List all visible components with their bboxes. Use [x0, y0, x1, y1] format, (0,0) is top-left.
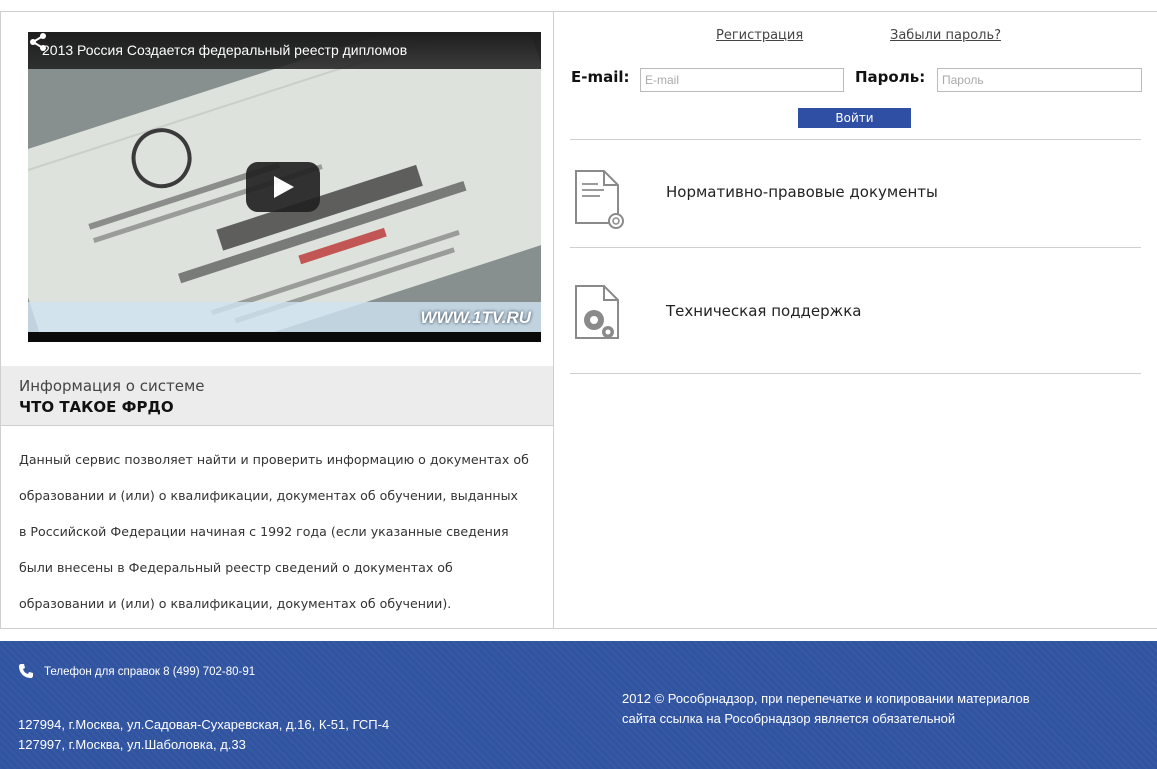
info-line: образовании и (или) о квалификации, доку…	[19, 488, 518, 503]
video-title[interactable]: 2013 Россия Создается федеральный реестр…	[28, 32, 541, 69]
footer: Телефон для справок 8 (499) 702-80-91 12…	[0, 641, 1157, 769]
info-header: Информация о системе ЧТО ТАКОЕ ФРДО	[1, 366, 553, 426]
menu-item-label: Техническая поддержка	[666, 302, 862, 320]
phone-icon	[19, 664, 33, 678]
support-gear-icon	[575, 285, 619, 339]
email-label: E-mail:	[571, 68, 630, 86]
divider	[570, 373, 1141, 374]
login-button[interactable]: Войти	[798, 108, 911, 128]
address-line: 127997, г.Москва, ул.Шаболовка, д.33	[18, 737, 246, 752]
copyright-line: 2012 © Рособрнадзор, при перепечатке и к…	[622, 691, 1030, 706]
play-button[interactable]	[246, 162, 320, 212]
footer-phone: Телефон для справок 8 (499) 702-80-91	[44, 666, 256, 678]
main-content: 2013 Россия Создается федеральный реестр…	[0, 11, 1157, 629]
forgot-password-link[interactable]: Забыли пароль?	[890, 28, 1001, 43]
video-player[interactable]: 2013 Россия Создается федеральный реестр…	[28, 32, 541, 342]
password-input[interactable]	[937, 68, 1142, 92]
document-icon	[575, 170, 624, 229]
info-line: в Российской Федерации начиная с 1992 го…	[19, 524, 509, 539]
register-link[interactable]: Регистрация	[716, 28, 803, 43]
info-line: образовании и (или) о квалификации, доку…	[19, 596, 452, 611]
info-line: Данный сервис позволяет найти и проверит…	[19, 452, 529, 467]
right-column: Регистрация Забыли пароль? E-mail: Парол…	[554, 12, 1157, 629]
menu-item-label: Нормативно-правовые документы	[666, 183, 938, 201]
menu-item-legal-documents[interactable]: Нормативно-правовые документы	[570, 167, 1141, 267]
left-column: 2013 Россия Создается федеральный реестр…	[0, 12, 554, 629]
share-icon[interactable]	[28, 32, 48, 52]
footer-address: 127994, г.Москва, ул.Садовая-Сухаревская…	[18, 715, 389, 755]
copyright-line: сайта ссылка на Рособрнадзор является об…	[622, 711, 956, 726]
email-input[interactable]	[640, 68, 844, 92]
info-description: Данный сервис позволяет найти и проверит…	[19, 442, 559, 622]
info-line: были внесены в Федеральный реестр сведен…	[19, 560, 453, 575]
footer-copyright: 2012 © Рособрнадзор, при перепечатке и к…	[622, 689, 1030, 729]
info-subtitle: Информация о системе	[19, 377, 205, 395]
channel-watermark: WWW.1TV.RU	[420, 308, 532, 327]
menu-item-technical-support[interactable]: Техническая поддержка	[570, 282, 1141, 382]
divider	[570, 139, 1141, 140]
password-label: Пароль:	[855, 68, 926, 86]
address-line: 127994, г.Москва, ул.Садовая-Сухаревская…	[18, 717, 390, 732]
auth-links: Регистрация Забыли пароль?	[554, 28, 1157, 48]
info-title: ЧТО ТАКОЕ ФРДО	[19, 398, 174, 416]
divider	[570, 247, 1141, 248]
video-progress-bar[interactable]	[28, 332, 541, 342]
